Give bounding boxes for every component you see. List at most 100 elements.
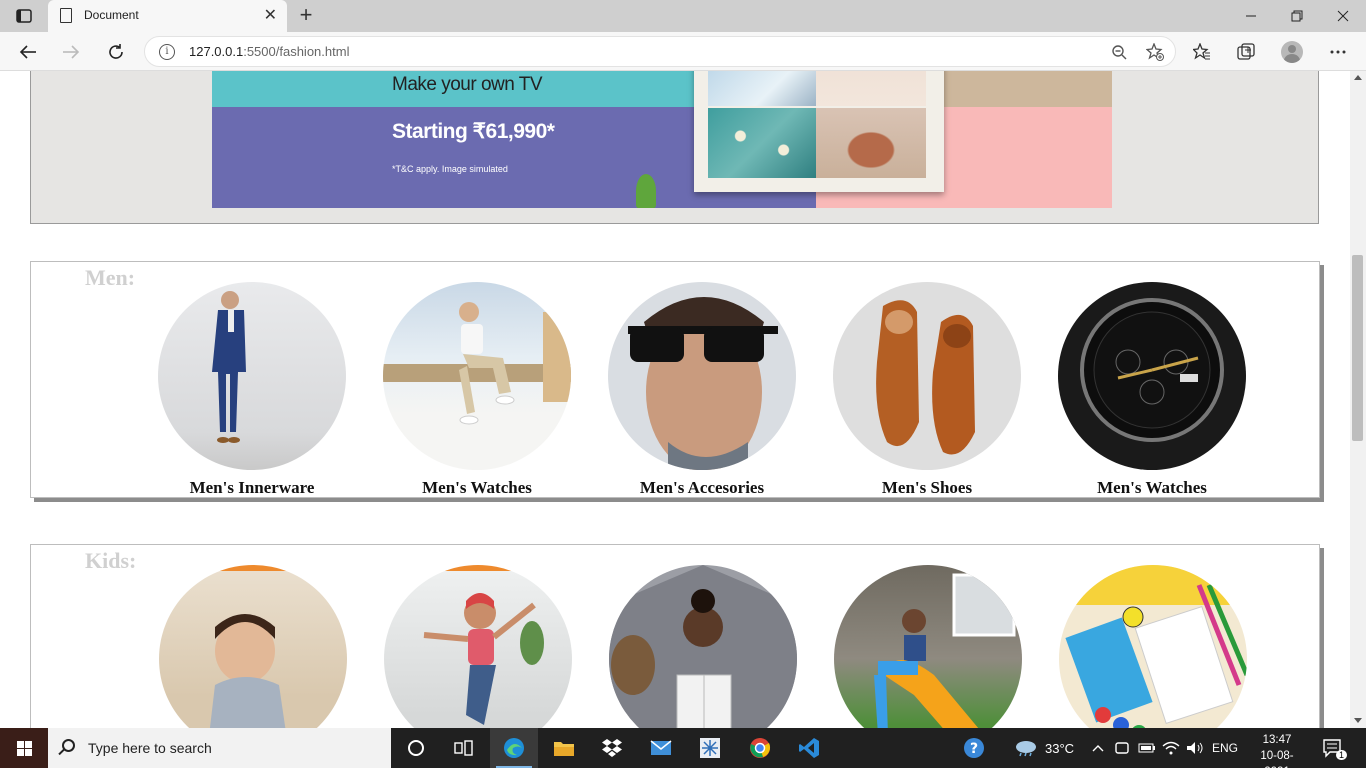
category-item-kids-1[interactable] [158,565,348,728]
category-label[interactable]: Men's Watches [1057,478,1247,498]
category-item-kids-2[interactable] [383,565,573,728]
wifi-icon[interactable] [1162,728,1180,768]
svg-text:?: ? [970,741,978,757]
start-button[interactable] [0,728,48,768]
category-label[interactable]: Men's Innerware [157,478,347,498]
back-arrow-icon[interactable] [15,39,41,65]
url-text[interactable]: 127.0.0.1:5500/fashion.html [189,44,349,59]
favorites-icon[interactable] [1191,41,1213,63]
art-panel-haystack [816,108,926,178]
snip-tool-icon[interactable] [686,728,734,768]
file-explorer-icon[interactable] [540,728,588,768]
kids-section: Kids: [30,544,1320,728]
tab-bar: Document ✕ + [0,0,1366,32]
search-placeholder: Type here to search [88,740,212,756]
language-text: ENG [1212,741,1239,755]
more-options-icon[interactable] [1327,41,1349,63]
category-image-slide-boy[interactable] [834,565,1022,728]
profile-avatar[interactable] [1281,41,1303,63]
add-favorite-icon[interactable] [1145,42,1165,62]
close-tab-icon[interactable]: ✕ [264,6,277,26]
tab-title: Document [84,8,139,22]
site-info-icon[interactable]: i [159,44,175,60]
category-image-sunglasses-man[interactable] [608,282,796,470]
art-panel-almond-blossom [708,108,816,178]
tab-actions-menu-icon[interactable] [10,6,38,26]
category-item-mens-innerware[interactable]: Men's Innerware [157,282,347,498]
language-indicator[interactable]: ENG [1212,728,1238,768]
zoom-out-icon[interactable] [1109,42,1129,62]
taskbar-search-box[interactable]: Type here to search [48,728,391,768]
collections-icon[interactable] [1235,41,1257,63]
section-title-kids: Kids: [85,548,137,573]
system-clock[interactable]: 13:47 10-08-2021 [1250,732,1304,780]
page-viewport: Make your own TV Starting ₹61,990* *T&C … [0,71,1350,728]
vscode-icon[interactable] [785,728,833,768]
meet-now-icon[interactable] [1115,728,1129,768]
mail-icon[interactable] [637,728,685,768]
banner-disclaimer: *T&C apply. Image simulated [392,164,508,174]
category-item-mens-watches-2[interactable]: Men's Watches [1057,282,1247,498]
notification-count-badge: 1 [1336,750,1348,760]
category-item-mens-watches[interactable]: Men's Watches [382,282,572,498]
section-title-men: Men: [85,265,136,290]
address-bar[interactable]: i 127.0.0.1:5500/fashion.html [144,36,1176,67]
minimize-button[interactable] [1228,0,1274,32]
plant-image [636,174,656,208]
restore-button[interactable] [1274,0,1320,32]
battery-icon[interactable] [1138,728,1156,768]
category-image-art-supplies[interactable] [1059,565,1247,728]
category-image-sitting-man[interactable] [383,282,571,470]
forward-arrow-icon[interactable] [58,39,84,65]
windows-logo-icon [16,740,32,756]
weather-temp: 33°C [1045,740,1075,756]
chrome-icon[interactable] [736,728,784,768]
weather-widget[interactable]: 33°C [1014,728,1074,768]
notification-center-icon[interactable]: 1 [1322,728,1348,768]
edge-browser-icon[interactable] [490,728,538,768]
category-item-kids-5[interactable] [1058,565,1248,728]
category-image-toddler[interactable] [159,565,347,728]
close-window-button[interactable] [1320,0,1366,32]
scroll-thumb[interactable] [1352,255,1363,441]
help-icon[interactable]: ? [962,728,986,768]
scroll-up-arrow-icon[interactable] [1354,75,1362,80]
category-image-suit[interactable] [158,282,346,470]
art-panel-flower [816,71,926,106]
clock-date: 10-08-2021 [1260,750,1294,778]
banner-burlap-band [940,71,1112,107]
task-view-icon[interactable] [440,728,488,768]
category-image-brown-shoes[interactable] [833,282,1021,470]
banner-headline: Make your own TV [392,74,543,95]
category-image-black-watch[interactable] [1058,282,1246,470]
men-section: Men: Men's Innerware Men's Watches Men's… [30,261,1320,498]
new-tab-button[interactable]: + [294,3,318,27]
category-label[interactable]: Men's Accesories [607,478,797,498]
cloud-rain-icon [1016,741,1036,757]
scroll-down-arrow-icon[interactable] [1354,718,1362,723]
banner-container: Make your own TV Starting ₹61,990* *T&C … [30,71,1319,224]
cortana-icon[interactable] [392,728,440,768]
browser-tab[interactable]: Document ✕ [48,0,287,32]
page-scrollbar[interactable] [1350,71,1366,728]
category-label[interactable]: Men's Shoes [832,478,1022,498]
promo-banner[interactable]: Make your own TV Starting ₹61,990* *T&C … [212,71,1112,208]
category-label[interactable]: Men's Watches [382,478,572,498]
windows-taskbar: Type here to search ? 33°C ENG 13:47 10-… [0,728,1366,778]
banner-price: Starting ₹61,990* [392,120,555,143]
category-item-mens-shoes[interactable]: Men's Shoes [832,282,1022,498]
volume-icon[interactable] [1186,728,1204,768]
clock-time: 13:47 [1262,734,1292,746]
category-item-kids-4[interactable] [833,565,1023,728]
document-icon [60,8,72,23]
category-item-mens-accesories[interactable]: Men's Accesories [607,282,797,498]
dropbox-icon[interactable] [588,728,636,768]
browser-toolbar: i 127.0.0.1:5500/fashion.html [0,32,1366,71]
category-item-kids-3[interactable] [608,565,798,728]
search-icon [62,739,75,752]
category-image-girl-skateboard[interactable] [384,565,572,728]
refresh-icon[interactable] [103,39,129,65]
category-image-reading-child[interactable] [609,565,797,728]
show-hidden-icons-chevron-icon[interactable] [1092,728,1104,768]
art-panel-surfer [708,71,816,106]
